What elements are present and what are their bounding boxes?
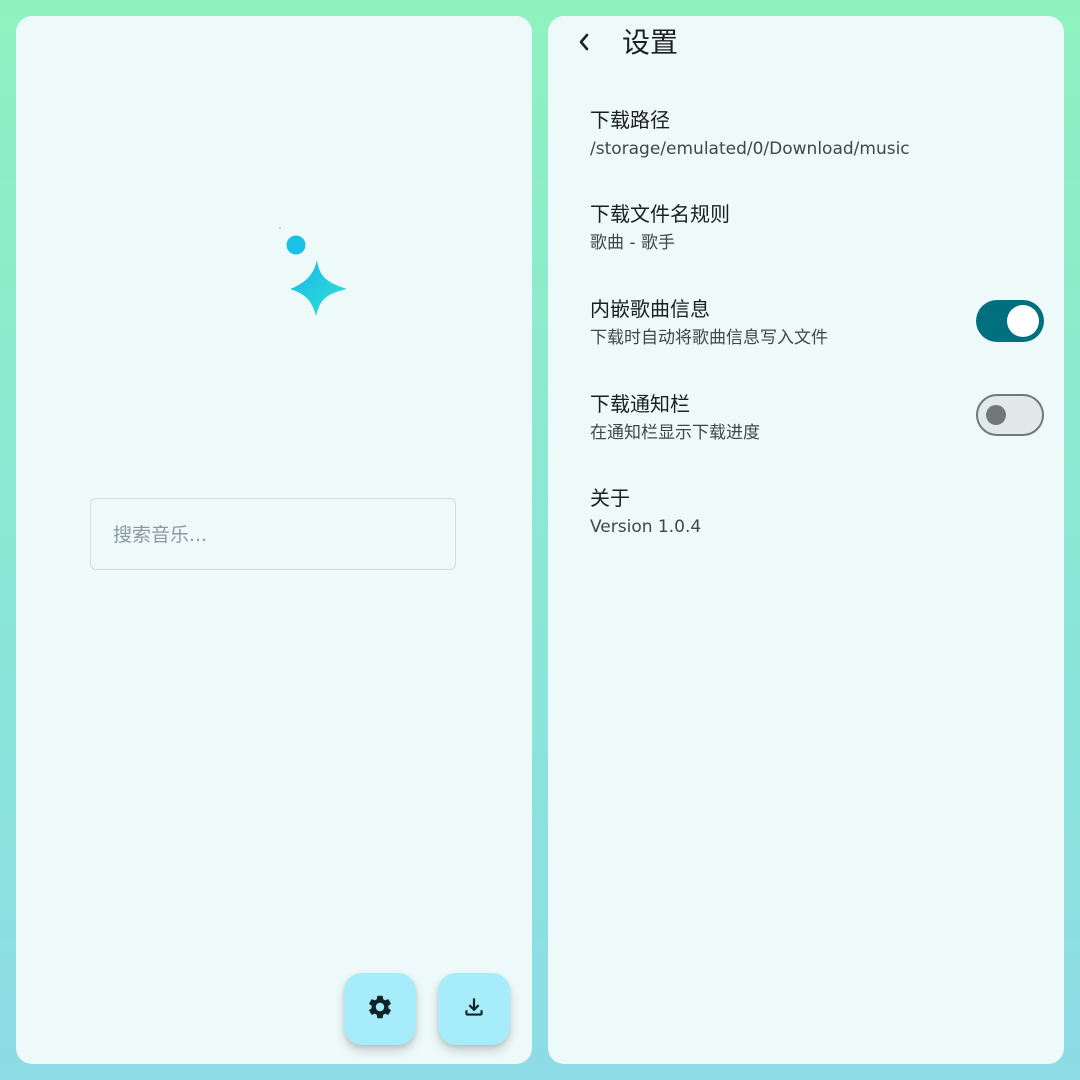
setting-title: 下载文件名规则 [590, 202, 730, 226]
search-input[interactable] [111, 499, 435, 571]
settings-button[interactable] [344, 973, 416, 1045]
setting-about[interactable]: 关于 Version 1.0.4 [590, 484, 1050, 539]
embed-song-info-toggle[interactable] [976, 300, 1044, 342]
download-icon [461, 994, 487, 1024]
version-text: Version 1.0.4 [590, 517, 702, 537]
settings-screen: 设置 下载路径 /storage/emulated/0/Download/mus… [548, 16, 1064, 1064]
top-app-bar: 设置 [548, 16, 1064, 72]
gear-icon [366, 993, 394, 1025]
setting-title: 下载路径 [590, 108, 670, 132]
setting-download-path[interactable]: 下载路径 /storage/emulated/0/Download/music [590, 106, 1050, 161]
toggle-knob [986, 405, 1006, 425]
setting-title: 关于 [590, 486, 630, 510]
setting-value: 歌曲 - 歌手 [590, 233, 675, 253]
back-button[interactable] [572, 30, 596, 58]
download-notification-toggle[interactable] [976, 394, 1044, 436]
downloads-button[interactable] [438, 973, 510, 1045]
setting-filename-rule[interactable]: 下载文件名规则 歌曲 - 歌手 [590, 200, 1050, 255]
search-screen [16, 16, 532, 1064]
setting-value: /storage/emulated/0/Download/music [590, 139, 910, 159]
page-title: 设置 [622, 26, 679, 59]
toggle-knob [1007, 305, 1039, 337]
chevron-left-icon [577, 32, 591, 56]
search-field[interactable] [90, 498, 456, 571]
sparkle-logo-icon [266, 212, 366, 332]
